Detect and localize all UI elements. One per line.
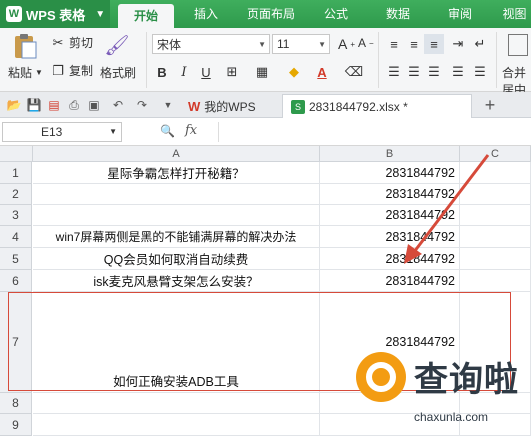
magnifier-logo-icon	[356, 352, 406, 402]
watermark-title: 查询啦	[414, 360, 519, 400]
watermark-url: chaxunla.com	[414, 410, 489, 424]
watermark: 查询啦 chaxunla.com	[352, 346, 528, 436]
